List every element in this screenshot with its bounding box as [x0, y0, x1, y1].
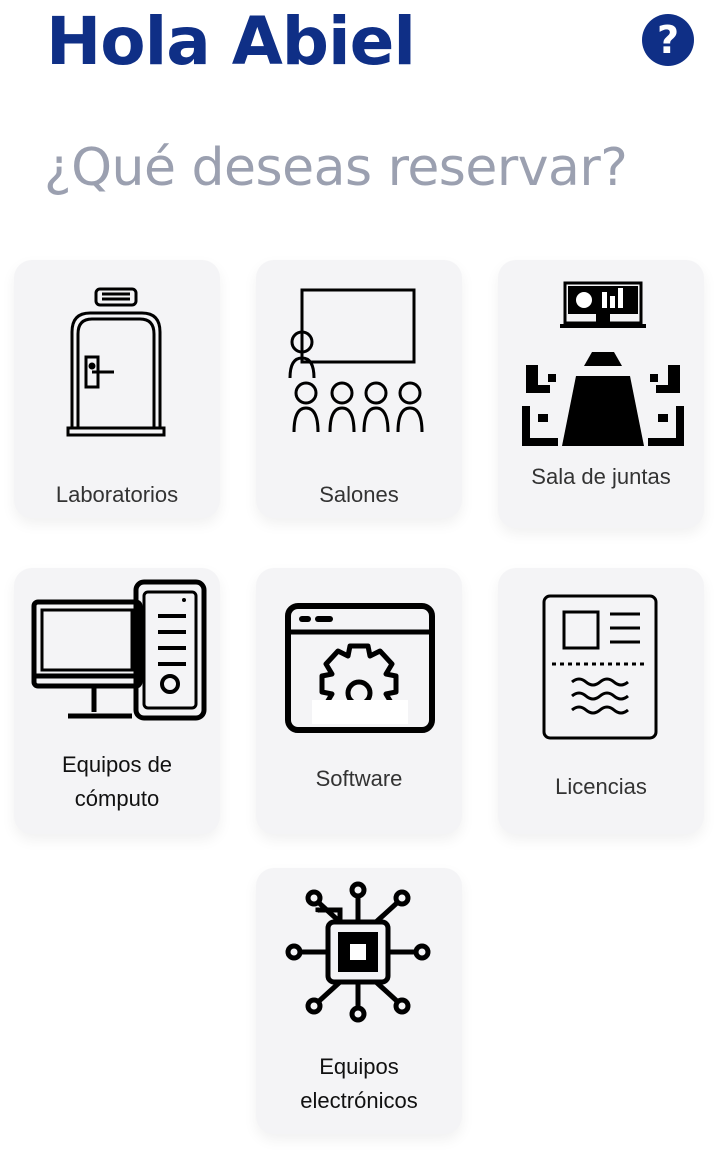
- classroom-icon: [288, 288, 424, 433]
- category-label: Software: [315, 766, 403, 791]
- greeting-title: Hola Abiel: [46, 3, 416, 80]
- category-label-line1: Equipos: [319, 1054, 399, 1079]
- category-card-equipos-electronicos[interactable]: Equipos electrónicos: [256, 868, 462, 1134]
- software-gear-icon: [285, 603, 435, 733]
- license-document-icon: [542, 594, 658, 740]
- circuit-chip-icon: [285, 881, 431, 1023]
- category-card-equipos-de-computo[interactable]: Equipos de cómputo: [14, 568, 220, 834]
- question-circle-icon[interactable]: ?: [642, 14, 694, 66]
- category-label-line1: Equipos de: [61, 752, 173, 777]
- category-label-line2: electrónicos: [300, 1088, 418, 1113]
- category-label: Sala de juntas: [531, 464, 671, 489]
- page-subtitle: ¿Qué deseas reservar?: [44, 138, 628, 198]
- category-card-licencias[interactable]: Licencias: [498, 568, 704, 834]
- category-card-software[interactable]: Software: [256, 568, 462, 834]
- category-card-sala-de-juntas[interactable]: Sala de juntas: [498, 260, 704, 528]
- category-label: Laboratorios: [55, 482, 179, 507]
- meeting-room-icon: [522, 281, 684, 446]
- category-label-line2: cómputo: [74, 786, 160, 811]
- desktop-computer-icon: [31, 579, 207, 721]
- category-label: Salones: [319, 482, 399, 507]
- category-card-salones[interactable]: Salones: [256, 260, 462, 518]
- door-icon: [66, 287, 166, 437]
- category-label: Licencias: [555, 774, 647, 799]
- category-card-laboratorios[interactable]: Laboratorios: [14, 260, 220, 518]
